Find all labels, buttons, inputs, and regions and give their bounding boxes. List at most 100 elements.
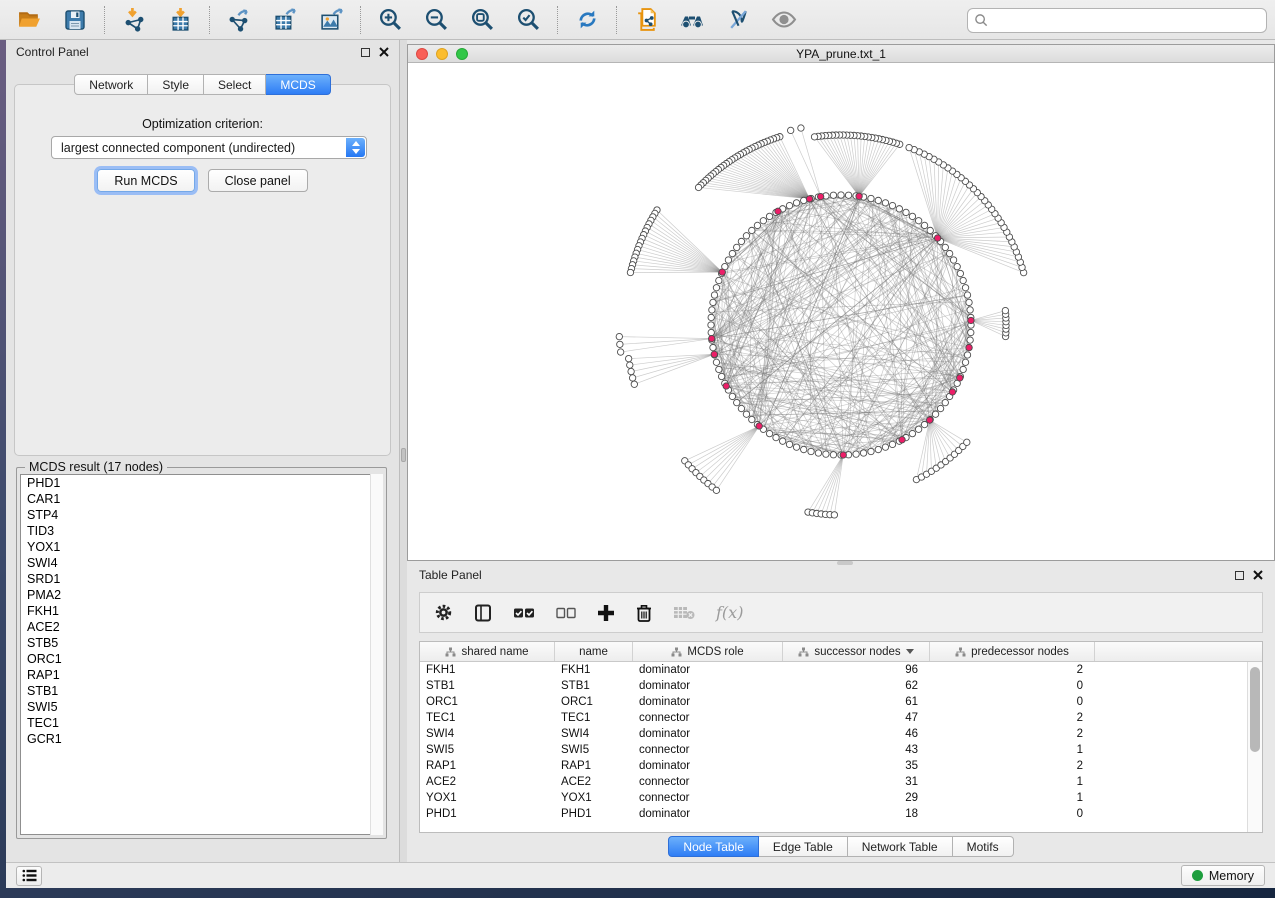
mcds-result-item[interactable]: RAP1 <box>21 667 382 683</box>
network-node[interactable] <box>889 441 895 447</box>
network-search-box[interactable] <box>967 8 1267 33</box>
network-node[interactable] <box>743 411 749 417</box>
network-node[interactable] <box>915 218 921 224</box>
unselect-all-columns-icon[interactable] <box>556 607 576 619</box>
network-node[interactable] <box>966 299 972 305</box>
mcds-hub-node[interactable] <box>968 317 974 323</box>
network-node[interactable] <box>964 352 970 358</box>
mcds-result-item[interactable]: PMA2 <box>21 587 382 603</box>
mcds-result-item[interactable]: FKH1 <box>21 603 382 619</box>
network-node[interactable] <box>875 197 881 203</box>
network-node[interactable] <box>868 448 874 454</box>
mcds-hub-node[interactable] <box>840 452 846 458</box>
zoom-in-icon[interactable] <box>377 7 403 33</box>
network-node[interactable] <box>779 438 785 444</box>
panel-splitter[interactable] <box>400 40 407 862</box>
mcds-hub-node[interactable] <box>775 208 781 214</box>
network-node[interactable] <box>954 263 960 269</box>
network-node[interactable] <box>868 195 874 201</box>
mcds-result-item[interactable]: ACE2 <box>21 619 382 635</box>
leaf-node[interactable] <box>616 333 622 339</box>
network-node[interactable] <box>801 446 807 452</box>
mcds-hub-node[interactable] <box>709 335 715 341</box>
network-node[interactable] <box>967 307 973 313</box>
leaf-node[interactable] <box>811 134 817 140</box>
splitter-grip[interactable] <box>401 448 406 462</box>
network-node[interactable] <box>942 244 948 250</box>
network-node[interactable] <box>860 450 866 456</box>
leaf-node[interactable] <box>628 368 634 374</box>
network-node[interactable] <box>711 292 717 298</box>
network-node[interactable] <box>713 285 719 291</box>
leaf-node[interactable] <box>695 184 701 190</box>
network-window-titlebar[interactable]: YPA_prune.txt_1 <box>408 45 1274 63</box>
mcds-hub-node[interactable] <box>949 389 955 395</box>
export-table-icon[interactable] <box>272 7 298 33</box>
show-column-panel-icon[interactable] <box>474 604 492 622</box>
network-node[interactable] <box>725 257 731 263</box>
mcds-hub-node[interactable] <box>719 269 725 275</box>
leaf-node[interactable] <box>831 512 837 518</box>
network-node[interactable] <box>749 227 755 233</box>
float-table-panel-icon[interactable] <box>1235 571 1244 580</box>
network-node[interactable] <box>760 218 766 224</box>
mcds-hub-node[interactable] <box>966 344 972 350</box>
leaf-node[interactable] <box>617 349 623 355</box>
show-annotations-eye-icon[interactable] <box>771 7 797 33</box>
mcds-hub-node[interactable] <box>856 193 862 199</box>
zoom-fit-icon[interactable] <box>469 7 495 33</box>
network-graph[interactable] <box>408 64 1274 560</box>
mcds-result-list[interactable]: PHD1CAR1STP4TID3YOX1SWI4SRD1PMA2FKH1ACE2… <box>20 474 383 835</box>
mcds-hub-node[interactable] <box>899 437 905 443</box>
network-node[interactable] <box>710 344 716 350</box>
network-node[interactable] <box>830 452 836 458</box>
export-image-icon[interactable] <box>318 7 344 33</box>
leaf-node[interactable] <box>627 362 633 368</box>
network-node[interactable] <box>853 451 859 457</box>
table-row[interactable]: RAP1RAP1dominator352 <box>420 758 1247 774</box>
create-column-plus-icon[interactable] <box>597 604 615 622</box>
leaf-node[interactable] <box>906 144 912 150</box>
table-row[interactable]: YOX1YOX1connector291 <box>420 790 1247 806</box>
network-node[interactable] <box>708 314 714 320</box>
network-node[interactable] <box>942 399 948 405</box>
column-header-name[interactable]: name <box>555 642 633 661</box>
column-header-predecessor-nodes[interactable]: predecessor nodes <box>930 642 1095 661</box>
network-node[interactable] <box>896 206 902 212</box>
mcds-hub-node[interactable] <box>957 375 963 381</box>
tab-edge-table[interactable]: Edge Table <box>759 836 848 857</box>
network-node[interactable] <box>729 393 735 399</box>
open-session-icon[interactable] <box>16 7 42 33</box>
delete-column-trash-icon[interactable] <box>636 604 652 622</box>
mcds-result-item[interactable]: CAR1 <box>21 491 382 507</box>
mcds-result-item[interactable]: SWI5 <box>21 699 382 715</box>
leaf-node[interactable] <box>629 375 635 381</box>
network-node[interactable] <box>889 202 895 208</box>
search-network-icon[interactable] <box>679 7 705 33</box>
close-table-panel-icon[interactable] <box>1253 570 1263 580</box>
network-node[interactable] <box>823 451 829 457</box>
network-node[interactable] <box>713 359 719 365</box>
mcds-result-item[interactable]: YOX1 <box>21 539 382 555</box>
table-row[interactable]: PHD1PHD1dominator180 <box>420 806 1247 822</box>
network-node[interactable] <box>882 444 888 450</box>
network-node[interactable] <box>716 277 722 283</box>
network-node[interactable] <box>838 192 844 198</box>
network-node[interactable] <box>909 213 915 219</box>
network-node[interactable] <box>718 373 724 379</box>
search-input[interactable] <box>989 11 1260 31</box>
mcds-result-item[interactable]: PHD1 <box>21 475 382 491</box>
network-node[interactable] <box>710 299 716 305</box>
optimization-criterion-select[interactable]: largest connected component (undirected) <box>51 136 367 159</box>
table-scrollbar[interactable] <box>1247 662 1262 832</box>
network-node[interactable] <box>960 366 966 372</box>
network-node[interactable] <box>793 444 799 450</box>
network-node[interactable] <box>950 257 956 263</box>
tab-node-table[interactable]: Node Table <box>668 836 759 857</box>
network-node[interactable] <box>946 250 952 256</box>
leaf-node[interactable] <box>964 439 970 445</box>
leaf-node[interactable] <box>1002 307 1008 313</box>
table-options-gear-icon[interactable] <box>434 603 453 622</box>
mcds-result-scrollbar[interactable] <box>370 474 383 835</box>
network-node[interactable] <box>927 227 933 233</box>
